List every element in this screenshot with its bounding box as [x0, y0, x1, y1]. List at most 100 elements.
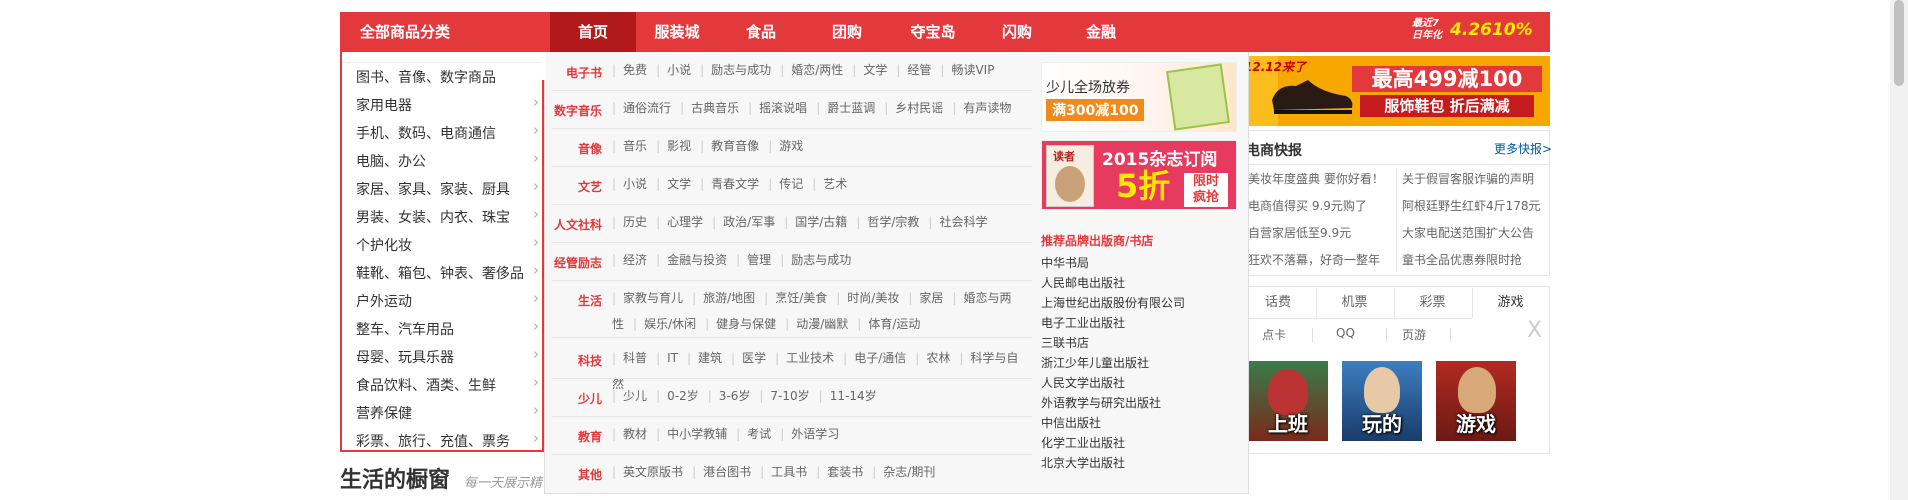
category-item[interactable]: 营养保健	[356, 403, 536, 423]
flyout-link[interactable]: 传记	[779, 177, 803, 191]
brand-link[interactable]: 人民邮电出版社	[1041, 274, 1125, 291]
nav-finance[interactable]: 金融	[1058, 12, 1144, 52]
nav-home[interactable]: 首页	[550, 12, 636, 52]
news-item[interactable]: 美妆年度盛典 要你好看！	[1248, 170, 1384, 187]
brand-link[interactable]: 化学工业出版社	[1041, 434, 1125, 451]
flyout-link[interactable]: 11-14岁	[830, 389, 877, 403]
flyout-row-label[interactable]: 科技	[548, 352, 602, 369]
flyout-link[interactable]: 港台图书	[703, 465, 751, 479]
flyout-link[interactable]: 音乐	[623, 139, 647, 153]
flyout-link[interactable]: IT	[667, 351, 678, 365]
all-categories-title[interactable]: 全部商品分类	[340, 12, 550, 52]
category-item[interactable]: 手机、数码、电商通信	[356, 123, 536, 143]
brand-link[interactable]: 人民文学出版社	[1041, 374, 1125, 391]
flyout-link[interactable]: 小说	[623, 177, 647, 191]
flyout-link[interactable]: 有声读物	[963, 101, 1011, 115]
flyout-link[interactable]: 电子/通信	[854, 351, 906, 365]
promo-label[interactable]: 最近7 日年化	[1412, 18, 1442, 42]
flyout-link[interactable]: 婚恋/两性	[791, 63, 843, 77]
flyout-link[interactable]: 科普	[623, 351, 647, 365]
flyout-link[interactable]: 励志与成功	[711, 63, 771, 77]
ad-magazine[interactable]: 读者 2015杂志订阅 5折 限时 疯抢	[1041, 140, 1237, 210]
flyout-link[interactable]: 免费	[623, 63, 647, 77]
promo-rate[interactable]: 4.2610%	[1450, 18, 1533, 42]
brand-link[interactable]: 电子工业出版社	[1041, 314, 1125, 331]
flyout-link[interactable]: 套装书	[827, 465, 863, 479]
flyout-link[interactable]: 家教与育儿	[623, 291, 683, 305]
flyout-link[interactable]: 畅读VIP	[951, 63, 994, 77]
flyout-link[interactable]: 少儿	[623, 389, 647, 403]
flyout-link[interactable]: 心理学	[667, 215, 703, 229]
flyout-link[interactable]: 政治/军事	[723, 215, 775, 229]
flyout-row-label[interactable]: 其他	[548, 466, 602, 483]
news-item[interactable]: 阿根廷野生红虾4斤178元	[1402, 197, 1541, 214]
flyout-link[interactable]: 影视	[667, 139, 691, 153]
flyout-link[interactable]: 乡村民谣	[895, 101, 943, 115]
category-item[interactable]: 家居、家具、家装、厨具	[356, 179, 536, 199]
flyout-link[interactable]: 青春文学	[711, 177, 759, 191]
tab-phone-bill[interactable]: 话费	[1240, 288, 1316, 318]
flyout-link[interactable]: 管理	[747, 253, 771, 267]
subtab-webgame[interactable]: 页游	[1402, 326, 1426, 343]
flyout-link[interactable]: 哲学/宗教	[867, 215, 919, 229]
scrollbar-thumb[interactable]	[1894, 0, 1904, 86]
category-item[interactable]: 家用电器	[356, 95, 536, 115]
news-item[interactable]: 关于假冒客服诈骗的声明	[1402, 170, 1534, 187]
flyout-link[interactable]: 动漫/幽默	[796, 317, 848, 331]
ad-children-books[interactable]: 少儿全场放券 满300减100	[1041, 62, 1237, 132]
flyout-link[interactable]: 烹饪/美食	[775, 291, 827, 305]
flyout-link[interactable]: 英文原版书	[623, 465, 683, 479]
brand-link[interactable]: 中信出版社	[1041, 414, 1101, 431]
category-item[interactable]: 整车、汽车用品	[356, 319, 536, 339]
subtab-card[interactable]: 点卡	[1262, 326, 1286, 343]
flyout-link[interactable]: 3-6岁	[719, 389, 751, 403]
flyout-link[interactable]: 7-10岁	[770, 389, 809, 403]
brand-link[interactable]: 三联书店	[1041, 334, 1089, 351]
category-item[interactable]: 鞋靴、箱包、钟表、奢侈品	[356, 263, 536, 283]
category-item[interactable]: 母婴、玩具乐器	[356, 347, 536, 367]
flyout-link[interactable]: 艺术	[823, 177, 847, 191]
game-tile[interactable]: 游戏	[1436, 361, 1516, 441]
category-item[interactable]: 彩票、旅行、充值、票务	[356, 431, 536, 451]
flyout-link[interactable]: 通俗流行	[623, 101, 671, 115]
flyout-row-label[interactable]: 文艺	[548, 178, 602, 195]
category-item[interactable]: 电脑、办公	[356, 151, 536, 171]
subtab-qq[interactable]: QQ	[1336, 326, 1355, 340]
flyout-row-label[interactable]: 经管励志	[548, 254, 602, 271]
flyout-link[interactable]: 时尚/美妆	[847, 291, 899, 305]
flyout-link[interactable]: 励志与成功	[791, 253, 851, 267]
flyout-link[interactable]: 体育/运动	[868, 317, 920, 331]
flyout-link[interactable]: 小说	[667, 63, 691, 77]
game-tile[interactable]: 上班	[1248, 361, 1328, 441]
promo-banner[interactable]: 12.12来了 最高499减100 服饰鞋包 折后满减	[1246, 56, 1550, 126]
flyout-link[interactable]: 娱乐/休闲	[644, 317, 696, 331]
news-item[interactable]: 自营家居低至9.9元	[1248, 224, 1351, 241]
nav-flash[interactable]: 闪购	[976, 12, 1058, 52]
category-item[interactable]: 男装、女装、内衣、珠宝	[356, 207, 536, 227]
flyout-link[interactable]: 健身与保健	[716, 317, 776, 331]
flyout-link[interactable]: 国学/古籍	[795, 215, 847, 229]
brand-link[interactable]: 外语教学与研究出版社	[1041, 394, 1161, 411]
nav-clothing[interactable]: 服装城	[636, 12, 718, 52]
flyout-link[interactable]: 历史	[623, 215, 647, 229]
flyout-link[interactable]: 古典音乐	[691, 101, 739, 115]
flyout-row-label[interactable]: 电子书	[548, 64, 602, 81]
flyout-row-label[interactable]: 生活	[548, 292, 602, 309]
flyout-link[interactable]: 经管	[907, 63, 931, 77]
tab-lottery[interactable]: 彩票	[1394, 288, 1470, 318]
flyout-link[interactable]: 摇滚说唱	[759, 101, 807, 115]
brand-link[interactable]: 浙江少年儿童出版社	[1041, 354, 1149, 371]
news-more-link[interactable]: 更多快报>	[1494, 140, 1552, 157]
flyout-link[interactable]: 工具书	[771, 465, 807, 479]
flyout-link[interactable]: 医学	[742, 351, 766, 365]
news-item[interactable]: 狂欢不落幕，好奇一整年	[1248, 251, 1380, 268]
flyout-link[interactable]: 工业技术	[786, 351, 834, 365]
flyout-link[interactable]: 0-2岁	[667, 389, 699, 403]
flyout-link[interactable]: 旅游/地图	[703, 291, 755, 305]
category-item[interactable]: 户外运动	[356, 291, 536, 311]
flyout-row-label[interactable]: 数字音乐	[548, 102, 602, 119]
flyout-link[interactable]: 家居	[919, 291, 943, 305]
news-item[interactable]: 大家电配送范围扩大公告	[1402, 224, 1534, 241]
flyout-link[interactable]: 文学	[863, 63, 887, 77]
flyout-row-label[interactable]: 少儿	[548, 390, 602, 407]
